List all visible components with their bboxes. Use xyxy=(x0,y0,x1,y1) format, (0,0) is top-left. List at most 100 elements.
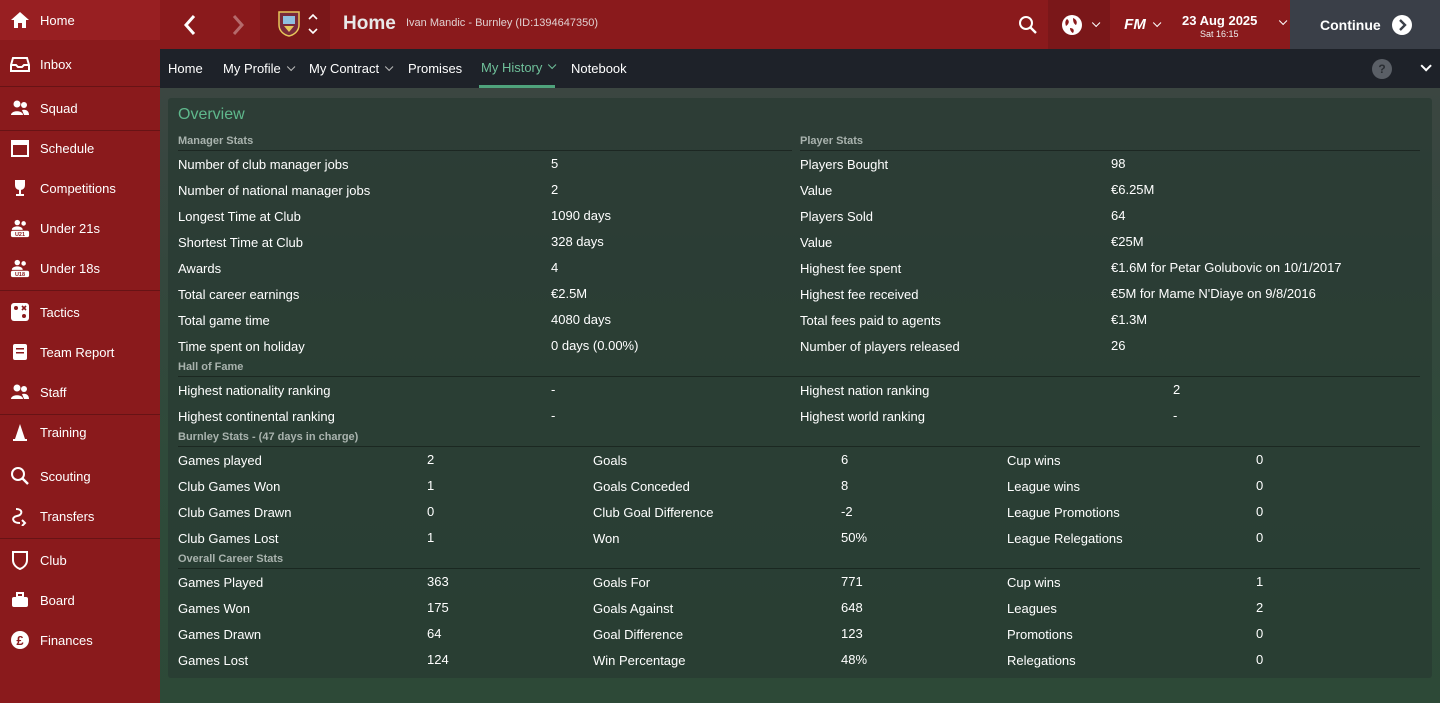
chevron-down-icon xyxy=(1091,18,1101,27)
player-stat-label: Value xyxy=(800,235,833,250)
sidebar-item-label: Training xyxy=(40,424,87,440)
sidebar-item-under-18s[interactable]: U18 Under 18s xyxy=(0,248,160,288)
sidebar-divider xyxy=(0,86,160,87)
stat-value: 0 xyxy=(1256,504,1264,519)
sidebar-item-label: Transfers xyxy=(40,508,95,524)
sidebar-item-club[interactable]: Club xyxy=(0,540,160,580)
back-button[interactable] xyxy=(170,0,210,49)
sidebar-item-team-report[interactable]: Team Report xyxy=(0,332,160,372)
sidebar-item-under-21s[interactable]: U21 Under 21s xyxy=(0,208,160,248)
manager-stats-heading-divider xyxy=(178,150,792,151)
hall-of-fame-heading: Hall of Fame xyxy=(178,361,244,373)
stat-value: 0 xyxy=(1256,652,1264,667)
player-stat-label: Total fees paid to agents xyxy=(800,313,941,328)
sidebar-item-inbox[interactable]: Inbox xyxy=(0,44,160,84)
manager-stat-label: Shortest Time at Club xyxy=(178,235,303,250)
page-subtitle: Ivan Mandic - Burnley (ID:1394647350) xyxy=(406,17,598,29)
sidebar-item-scouting[interactable]: Scouting xyxy=(0,456,160,496)
current-time: Sat 16:15 xyxy=(1200,29,1239,39)
player-stat-value: €1.3M xyxy=(1111,312,1148,327)
tab-my-profile[interactable]: My Profile xyxy=(221,49,296,88)
sidebar-item-competitions[interactable]: Competitions xyxy=(0,168,160,208)
sidebar-item-schedule[interactable]: Schedule xyxy=(0,128,160,168)
stat-value: 48% xyxy=(841,652,868,667)
tab-home[interactable]: Home xyxy=(166,49,205,88)
sidebar-divider xyxy=(0,290,160,291)
hall-of-fame-label: Highest world ranking xyxy=(800,409,926,424)
manager-stat-label: Longest Time at Club xyxy=(178,209,301,224)
pound-icon: £ xyxy=(10,630,30,650)
stat-value: 2 xyxy=(1256,600,1264,615)
stat-label: Goals xyxy=(593,453,627,468)
up-down-arrows-icon xyxy=(308,13,318,35)
manager-stat-label: Total career earnings xyxy=(178,287,300,302)
stat-label: Cup wins xyxy=(1007,575,1061,590)
stat-value: 0 xyxy=(1256,452,1264,467)
forward-button[interactable] xyxy=(218,0,258,49)
sidebar-item-transfers[interactable]: Transfers xyxy=(0,496,160,536)
stat-label: League Relegations xyxy=(1007,531,1123,546)
expand-button[interactable] xyxy=(1410,57,1432,79)
world-menu-button[interactable] xyxy=(1048,0,1110,49)
tab-promises[interactable]: Promises xyxy=(406,49,464,88)
stat-value: 50% xyxy=(841,530,868,545)
manager-stat-label: Total game time xyxy=(178,313,270,328)
training-icon xyxy=(10,422,30,442)
tab-notebook[interactable]: Notebook xyxy=(569,49,629,88)
sidebar-item-board[interactable]: Board xyxy=(0,580,160,620)
stat-label: Goals Against xyxy=(593,601,674,616)
sidebar-divider xyxy=(0,538,160,539)
hall-of-fame-value: 2 xyxy=(1173,382,1181,397)
sidebar-item-label: Scouting xyxy=(40,468,91,484)
stat-value: 1 xyxy=(1256,574,1264,589)
fm-menu-button[interactable]: FM xyxy=(1112,0,1170,49)
chevron-down-icon xyxy=(286,62,296,71)
club-badge-button[interactable] xyxy=(260,0,330,49)
hall-of-fame-label: Highest continental ranking xyxy=(178,409,335,424)
player-stat-value: 64 xyxy=(1111,208,1126,223)
sidebar-item-home[interactable]: Home xyxy=(0,0,160,40)
sidebar-item-label: Home xyxy=(40,12,75,28)
manager-stat-value: 328 days xyxy=(551,234,604,249)
page-title: Home xyxy=(343,13,396,34)
player-stat-label: Number of players released xyxy=(800,339,960,354)
search-button[interactable] xyxy=(1010,0,1046,49)
svg-text:U18: U18 xyxy=(15,272,25,278)
player-stat-label: Players Sold xyxy=(800,209,873,224)
sidebar-item-tactics[interactable]: Tactics xyxy=(0,292,160,332)
sub-navigation: Home My Profile My Contract Promises My Hist… xyxy=(160,49,1440,88)
chevron-down-icon xyxy=(384,62,394,71)
player-stat-value: 26 xyxy=(1111,338,1126,353)
continue-button[interactable]: Continue xyxy=(1290,0,1440,49)
help-button[interactable]: ? xyxy=(1372,59,1392,79)
player-stats-heading: Player Stats xyxy=(800,135,863,147)
sidebar-item-training[interactable]: Training xyxy=(0,412,160,452)
stat-label: Win Percentage xyxy=(593,653,686,668)
sidebar-item-label: Under 21s xyxy=(40,220,100,236)
sidebar-item-staff[interactable]: Staff xyxy=(0,372,160,412)
tab-my-contract[interactable]: My Contract xyxy=(307,49,394,88)
tab-my-history[interactable]: My History xyxy=(479,49,557,88)
sidebar-item-squad[interactable]: Squad xyxy=(0,88,160,128)
hall-of-fame-value: - xyxy=(551,408,556,423)
sidebar-item-label: Staff xyxy=(40,384,67,400)
chevron-down-icon xyxy=(1278,16,1288,26)
hall-of-fame-label: Highest nation ranking xyxy=(800,383,930,398)
club-badge-icon xyxy=(278,11,300,37)
arrow-right-circle-icon xyxy=(1391,14,1412,35)
stat-label: Club Games Won xyxy=(178,479,281,494)
board-icon xyxy=(10,590,30,610)
stat-label: Cup wins xyxy=(1007,453,1061,468)
calendar-icon xyxy=(10,138,30,158)
sidebar-item-label: Competitions xyxy=(40,180,116,196)
sidebar-item-label: Club xyxy=(40,552,67,568)
squad-icon xyxy=(10,98,30,118)
player-stat-label: Value xyxy=(800,183,833,198)
career-stats-heading-divider xyxy=(178,568,1420,569)
stat-label: Leagues xyxy=(1007,601,1057,616)
stat-label: League wins xyxy=(1007,479,1080,494)
date-menu-button[interactable]: 23 Aug 2025 Sat 16:15 xyxy=(1172,0,1290,49)
sidebar-item-finances[interactable]: £ Finances xyxy=(0,620,160,660)
svg-text:U21: U21 xyxy=(15,232,25,238)
stat-value: 0 xyxy=(1256,626,1264,641)
